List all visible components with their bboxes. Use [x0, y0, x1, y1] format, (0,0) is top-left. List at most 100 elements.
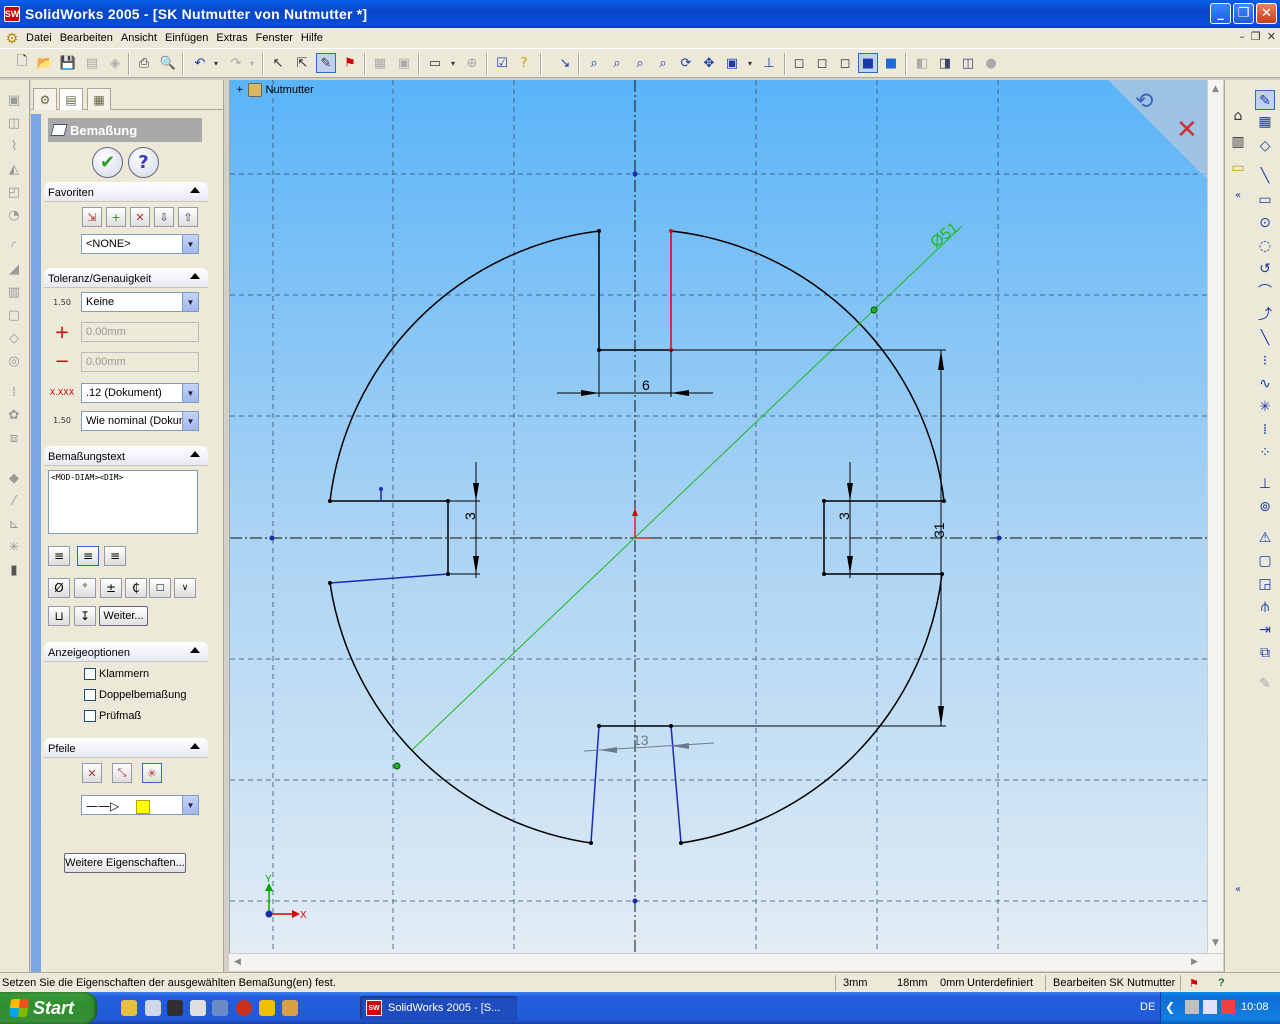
align-right-icon[interactable]: ≡: [104, 546, 126, 566]
menu-hilfe[interactable]: Hilfe: [299, 32, 329, 44]
make-drawing-icon[interactable]: ▤: [82, 53, 102, 73]
offset-entities-icon[interactable]: ▢: [1255, 551, 1275, 571]
collapse-icon[interactable]: [190, 743, 200, 749]
circle-icon[interactable]: ⊙: [1255, 213, 1275, 233]
linear-pattern-icon[interactable]: ⁞: [5, 384, 23, 402]
line-icon[interactable]: ╲: [1255, 166, 1275, 186]
move-entities-icon[interactable]: ⧉: [1255, 643, 1275, 663]
horizontal-scrollbar[interactable]: ◀ ▶: [229, 953, 1223, 971]
trim-entities-icon[interactable]: ⫛: [1255, 597, 1275, 617]
doppelbemassung-checkbox[interactable]: Doppelbemaßung: [84, 689, 186, 701]
square-symbol-icon[interactable]: □: [149, 578, 171, 598]
extrude-boss-icon[interactable]: ▣: [5, 92, 23, 110]
redo-dropdown-icon[interactable]: ▾: [242, 53, 262, 73]
perspective-icon[interactable]: ◫: [958, 53, 978, 73]
tolerance-precision-select[interactable]: Wie nominal (Dokum ▼: [81, 411, 199, 431]
coordinate-system-icon[interactable]: ⊾: [5, 516, 23, 534]
options-icon[interactable]: ▣: [394, 53, 414, 73]
reference-plane-icon[interactable]: ◆: [5, 470, 23, 488]
klammern-checkbox[interactable]: Klammern: [84, 668, 149, 680]
dashed-line-icon[interactable]: ⁝: [1255, 351, 1275, 371]
expand-panel-icon[interactable]: «: [1228, 880, 1248, 900]
delete-favorite-icon[interactable]: ✕: [130, 207, 150, 227]
arrow-style-select[interactable]: ——▷ ▼: [81, 795, 199, 815]
clock[interactable]: 10:08: [1241, 1001, 1269, 1013]
blue-vertex[interactable]: [379, 487, 383, 491]
sketch-toggle-icon[interactable]: ✎: [1255, 90, 1275, 110]
undo-dropdown-icon[interactable]: ▾: [206, 53, 226, 73]
doc-restore-button[interactable]: ❐: [1251, 30, 1261, 43]
weiter-button[interactable]: Weiter...: [99, 606, 148, 626]
section-view-icon[interactable]: ◨: [935, 53, 955, 73]
sketch-fillet-icon[interactable]: ⤴: [1255, 305, 1275, 325]
primary-precision-select[interactable]: .12 (Dokument) ▼: [81, 383, 199, 403]
sketch-point-icon[interactable]: ✳: [1255, 397, 1275, 417]
revolve-boss-icon[interactable]: ◫: [5, 115, 23, 133]
chamfer-icon[interactable]: ◢: [5, 261, 23, 279]
scroll-left-icon[interactable]: ◀: [234, 957, 241, 967]
pan-icon[interactable]: ✥: [699, 53, 719, 73]
plus-minus-symbol-icon[interactable]: ±: [100, 578, 122, 598]
smart-dimension-icon[interactable]: ◇: [1255, 136, 1275, 156]
relations-icon[interactable]: ⊕: [462, 53, 482, 73]
diameter-symbol-icon[interactable]: Ø: [48, 578, 70, 598]
reference-axis-icon[interactable]: ⁄: [5, 493, 23, 511]
select-filter-icon[interactable]: ⇱: [292, 53, 312, 73]
sketch-icon[interactable]: ✎: [316, 53, 336, 73]
feature-manager-tab[interactable]: ⚙: [33, 88, 57, 110]
file-explorer-icon[interactable]: ▭: [1228, 158, 1248, 178]
arrows-inside-icon[interactable]: ⤡: [112, 763, 132, 783]
properties-dropdown-icon[interactable]: ▾: [443, 53, 463, 73]
dimension-text-input[interactable]: <MOD-DIAM><DIM>: [48, 470, 198, 534]
app-quicklaunch-icon-4[interactable]: [236, 1000, 252, 1016]
solidworks-app-icon[interactable]: SW: [4, 6, 20, 22]
tangent-arc-icon[interactable]: ↺: [1255, 259, 1275, 279]
grid-icon[interactable]: ▦: [370, 53, 390, 73]
menu-fenster[interactable]: Fenster: [254, 32, 299, 44]
select-pointer-icon[interactable]: ↖: [268, 53, 288, 73]
start-button[interactable]: Start: [0, 992, 97, 1024]
open-folder-icon[interactable]: 📂: [35, 53, 55, 73]
hidden-lines-visible-icon[interactable]: ◻: [812, 53, 832, 73]
collapse-icon[interactable]: [190, 647, 200, 653]
scroll-right-icon[interactable]: ▶: [1191, 957, 1198, 967]
favoriten-select[interactable]: <NONE> ▼: [81, 234, 199, 254]
centerline-icon[interactable]: ╲: [1255, 328, 1275, 348]
doc-minimize-button[interactable]: –: [1239, 30, 1245, 43]
view-orientation-dropdown-icon[interactable]: ▾: [740, 53, 760, 73]
more-symbols-dropdown-icon[interactable]: ∨: [174, 578, 196, 598]
normal-to-icon[interactable]: ⊥: [759, 53, 779, 73]
rotate-view-icon[interactable]: ⟳: [676, 53, 696, 73]
align-center-icon[interactable]: ≡: [77, 546, 99, 566]
rebuild-status-icon[interactable]: ⚑: [1189, 977, 1199, 990]
zoom-selection-icon[interactable]: ⌕: [653, 53, 673, 73]
diameter-dimension-text[interactable]: Ø51: [928, 219, 962, 251]
properties-icon[interactable]: ▭: [425, 53, 445, 73]
library-icon[interactable]: ▥: [1228, 132, 1248, 152]
rib-icon[interactable]: ▥: [5, 284, 23, 302]
arrows-outside-icon[interactable]: ✕: [82, 763, 102, 783]
print-preview-icon[interactable]: 🔍: [158, 53, 178, 73]
language-indicator[interactable]: DE: [1140, 1001, 1155, 1013]
circular-sketch-pattern-icon[interactable]: ⁘: [1255, 443, 1275, 463]
slot-right-dimension-text[interactable]: 3: [836, 512, 852, 520]
configuration-manager-tab[interactable]: ▦: [87, 88, 111, 110]
view-orientation-icon[interactable]: ▣: [722, 53, 742, 73]
hidden-lines-removed-icon[interactable]: ◻: [835, 53, 855, 73]
depth-dimension-text[interactable]: 31: [931, 522, 947, 538]
linear-sketch-pattern-icon[interactable]: ⁞: [1255, 420, 1275, 440]
toleranz-header[interactable]: Toleranz/Genauigkeit: [44, 268, 208, 288]
graphics-area[interactable]: + Nutmutter ⟲ ✕ Ø51 6 13 3 3 31 X Y: [229, 80, 1207, 953]
shaded-icon[interactable]: ■: [881, 53, 901, 73]
sketch-canvas[interactable]: ⟲ ✕ Ø51 6 13 3 3 31 X Y: [230, 80, 1207, 953]
app-quicklaunch-icon-6[interactable]: [282, 1000, 298, 1016]
instant3d-icon[interactable]: ▮: [5, 562, 23, 580]
centerpoint-arc-icon[interactable]: ◌: [1255, 236, 1275, 256]
help-icon[interactable]: ?: [514, 53, 534, 73]
slot-left-dimension[interactable]: 3: [448, 462, 480, 578]
shadows-icon[interactable]: ◧: [912, 53, 932, 73]
depth-symbol-icon[interactable]: ↧: [74, 606, 96, 626]
security-icon[interactable]: [1221, 1000, 1235, 1014]
menu-datei[interactable]: Datei: [24, 32, 58, 44]
volume-icon[interactable]: [1203, 1000, 1217, 1014]
